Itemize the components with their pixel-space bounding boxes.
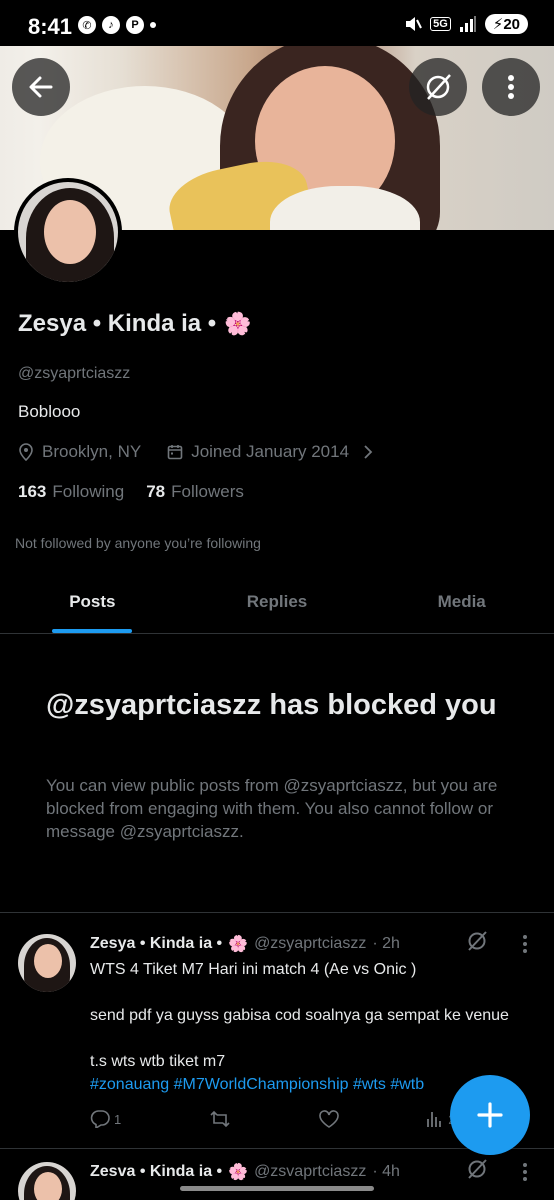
post-avatar[interactable] [18,934,76,992]
post-item[interactable]: Zesva • Kinda ia • 🌸 @zsvaprtciaszz · 4h [0,1148,554,1200]
signal-icon [459,16,476,32]
followers-label: Followers [171,482,244,501]
active-tab-indicator [52,629,132,633]
profile-joined: Joined January 2014 [191,442,350,461]
repost-icon [210,1110,230,1128]
system-icons: 5G ⚡20 [404,14,528,34]
chevron-right-icon[interactable] [361,444,375,460]
vertical-dots-icon [508,75,514,99]
post-more-icon[interactable] [522,934,528,954]
post-header: Zesva • Kinda ia • 🌸 @zsvaprtciaszz · 4h [90,1162,400,1182]
post-more-icon[interactable] [522,1162,528,1182]
network-type: 5G [430,17,451,31]
post-header: Zesya • Kinda ia • 🌸 @zsyaprtciaszz · 2h [90,934,400,954]
reply-count: 1 [114,1111,122,1127]
post-actions: 1 243 [90,1110,470,1128]
location-icon [19,443,33,461]
tab-media[interactable]: Media [369,572,554,633]
arrow-left-icon [29,76,53,98]
post-author-emoji: 🌸 [228,1164,249,1181]
profile-location: Brooklyn, NY [42,442,142,461]
post-author-name: Zesva • Kinda ia • [90,1163,223,1180]
grok-icon[interactable] [466,1158,488,1180]
heart-icon [318,1110,339,1128]
followers-link[interactable]: 78 Followers [146,482,244,502]
calendar-icon [167,445,183,460]
grok-icon [426,74,451,100]
plus-icon [477,1102,503,1128]
post-author-emoji: 🌸 [228,936,249,953]
views-icon [427,1112,442,1127]
tab-posts[interactable]: Posts [0,572,185,633]
mute-icon [406,17,422,31]
profile-tabs: Posts Replies Media [0,572,554,634]
battery-indicator: ⚡20 [484,14,528,34]
name-emoji: 🌸 [224,311,252,336]
profile-meta: Brooklyn, NY Joined January 2014 [18,442,375,462]
status-bar: 8:41 ✆ ♪ P 5G ⚡20 [0,0,554,46]
blocked-description: You can view public posts from @zsyaprtc… [46,776,498,841]
reply-icon [90,1110,110,1128]
profile-name-row: Zesya • Kinda ia • 🌸 [18,310,252,338]
profile-handle: @zsyaprtciaszz [18,365,131,382]
blocked-title: @zsyaprtciaszz has blocked you [46,689,497,721]
followers-count: 78 [146,482,166,501]
tiktok-icon: ♪ [102,16,120,34]
repost-button[interactable] [209,1110,231,1128]
not-followed-notice: Not followed by anyone you’re following [15,535,261,551]
back-button[interactable] [12,58,70,116]
following-link[interactable]: 163 Following [18,482,124,502]
compose-post-button[interactable] [450,1075,530,1155]
post-text-line: WTS 4 Tiket M7 Hari ini match 4 (Ae vs O… [90,961,417,978]
tab-replies[interactable]: Replies [185,572,370,633]
profile-bio: Boblooo [18,402,81,421]
reply-button[interactable]: 1 [90,1110,121,1128]
follow-stats: 163 Following 78 Followers [18,482,244,502]
more-options-button[interactable] [482,58,540,116]
post-author-name: Zesya • Kinda ia • [90,935,223,952]
tab-media-label: Media [437,592,486,611]
notification-icons: ✆ ♪ P [78,16,156,34]
more-notifications-dot [150,22,156,28]
status-time: 8:41 [28,14,73,39]
profile-avatar[interactable] [14,178,122,286]
following-count: 163 [18,482,47,501]
pinterest-icon: P [126,16,144,34]
tab-replies-label: Replies [246,592,308,611]
post-author-handle: @zsvaprtciaszz [254,1163,367,1180]
post-time: · 2h [372,935,400,952]
home-indicator[interactable] [180,1186,374,1191]
post-hashtags[interactable]: #zonauang #M7WorldChampionship #wts #wtb [90,1073,460,1096]
following-label: Following [52,482,125,501]
grok-button[interactable] [409,58,467,116]
display-name: Zesya • Kinda ia • [18,310,217,337]
post-text-line: t.s wts wtb tiket m7 [90,1053,226,1070]
post-text-line: send pdf ya guyss gabisa cod soalnya ga … [90,1007,509,1024]
like-button[interactable] [318,1110,339,1128]
tab-posts-label: Posts [69,592,116,611]
post-time: · 4h [372,1163,400,1180]
post-avatar[interactable] [18,1162,76,1200]
whatsapp-icon: ✆ [78,16,96,34]
battery-level: 20 [503,16,520,33]
grok-icon[interactable] [466,930,488,952]
post-author-handle: @zsyaprtciaszz [254,935,367,952]
